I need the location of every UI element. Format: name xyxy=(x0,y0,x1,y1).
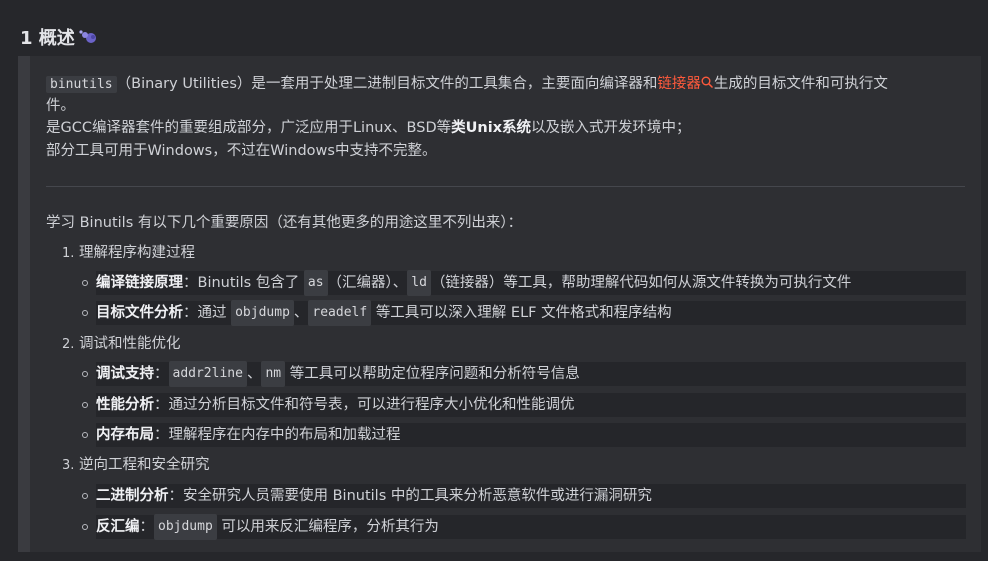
list-item-title: 逆向工程和安全研究 xyxy=(79,457,210,473)
list-item: 1. 理解程序构建过程 xyxy=(62,242,195,265)
sub-item-bold: 目标文件分析 xyxy=(96,305,183,321)
reasons-lead: 学习 Binutils 有以下几个重要原因（还有其他更多的用途这里不列出来）： xyxy=(46,212,522,234)
intro-text: 生成的目标文件和可执行文 xyxy=(713,76,888,92)
bullet-icon xyxy=(82,402,88,408)
sub-item-text: ：通过分析目标文件和符号表，可以进行程序大小优化和性能调优 xyxy=(154,397,575,413)
section-heading: 1 概述 xyxy=(20,24,97,50)
bullet-icon xyxy=(82,280,88,286)
intro-text: 是GCC编译器套件的重要组成部分，广泛应用于Linux、BSD等 xyxy=(46,120,452,136)
list-number: 1. xyxy=(62,246,75,261)
sub-item-text: 等工具可以帮助定位程序问题和分析符号信息 xyxy=(289,366,580,382)
intro-text: 部分工具可用于Windows，不过在Windows中支持不完整。 xyxy=(46,143,437,159)
sub-item-text: ： xyxy=(139,519,155,535)
sub-item-text: 等工具可以深入理解 ELF 文件格式和程序结构 xyxy=(375,305,672,321)
list-item: 2. 调试和性能优化 xyxy=(62,333,181,356)
bold-text: 类Unix系统 xyxy=(451,120,532,136)
sub-item-text: 、 xyxy=(293,305,309,321)
linker-link[interactable]: 链接器 xyxy=(657,76,701,92)
intro-text: （Binary Utilities）是一套用于处理二进制目标文件的工具集合，主要… xyxy=(116,76,658,92)
sub-item-text: （汇编器）、 xyxy=(327,275,408,291)
section-title: 1 概述 xyxy=(20,28,75,49)
intro-line-2: 是GCC编译器套件的重要组成部分，广泛应用于Linux、BSD等类Unix系统以… xyxy=(46,117,691,139)
intro-text: 件。 xyxy=(46,98,75,114)
sub-item-bold: 二进制分析 xyxy=(96,488,169,504)
sub-item-text: 可以用来反汇编程序，分析其行为 xyxy=(221,519,439,535)
inline-code: readelf xyxy=(308,300,372,326)
list-item: 3. 逆向工程和安全研究 xyxy=(62,454,210,477)
lead-text: 学习 Binutils 有以下几个重要原因（还有其他更多的用途这里不列出来）： xyxy=(46,215,523,231)
sub-item-text: （链接器）等工具，帮助理解代码如何从源文件转换为可执行文件 xyxy=(430,275,852,291)
blockquote: binutils （Binary Utilities）是一套用于处理二进制目标文件… xyxy=(18,56,981,552)
inline-code: addr2line xyxy=(168,361,247,387)
sub-list-item: 反汇编： objdump 可以用来反汇编程序，分析其行为 xyxy=(82,514,966,540)
inline-code: objdump xyxy=(154,514,217,540)
bullet-icon xyxy=(82,432,88,438)
sub-list-item: 内存布局 ：理解程序在内存中的布局和加载过程 xyxy=(82,423,966,447)
horizontal-rule xyxy=(46,186,965,187)
sparkle-icon xyxy=(79,30,96,43)
bullet-icon xyxy=(82,371,88,377)
list-item-title: 调试和性能优化 xyxy=(79,336,181,352)
bullet-icon xyxy=(82,524,88,530)
inline-code: binutils xyxy=(46,76,117,93)
sub-item-bold: 调试支持 xyxy=(96,366,154,382)
inline-code: nm xyxy=(261,361,286,387)
list-number: 3. xyxy=(62,458,75,473)
sub-item-text: 、 xyxy=(246,366,262,382)
list-number: 2. xyxy=(62,337,75,352)
inline-code: objdump xyxy=(231,300,294,326)
sub-item-text: ：理解程序在内存中的布局和加载过程 xyxy=(154,427,401,443)
inline-code: as xyxy=(303,270,328,296)
sub-list-item: 编译链接原理 ：Binutils 包含了 as （汇编器）、 ld （链接器）等工具，帮… xyxy=(82,270,966,296)
intro-line-3: 部分工具可用于Windows，不过在Windows中支持不完整。 xyxy=(46,140,436,162)
sub-item-text: ：Binutils 包含了 xyxy=(183,275,300,291)
intro-line-1-wrap: 件。 xyxy=(46,95,75,117)
inline-code: ld xyxy=(407,270,431,296)
bullet-icon xyxy=(82,310,88,316)
sub-item-text: ：安全研究人员需要使用 Binutils 中的工具来分析恶意软件或进行漏洞研究 xyxy=(168,488,652,504)
sub-item-bold: 内存布局 xyxy=(96,427,154,443)
intro-text: 以及嵌入式开发环境中； xyxy=(531,120,691,136)
sub-list-item: 性能分析 ：通过分析目标文件和符号表，可以进行程序大小优化和性能调优 xyxy=(82,393,966,417)
list-item-title: 理解程序构建过程 xyxy=(79,245,196,261)
intro-line-1: binutils （Binary Utilities）是一套用于处理二进制目标文件… xyxy=(46,73,888,95)
sub-list-item: 目标文件分析 ：通过 objdump、 readelf 等工具可以深入理解 ELF … xyxy=(82,300,966,326)
sub-list-item: 二进制分析 ：安全研究人员需要使用 Binutils 中的工具来分析恶意软件或进行… xyxy=(82,484,966,508)
sub-item-text: ：通过 xyxy=(183,305,227,321)
sub-list-item: 调试支持： addr2line、 nm 等工具可以帮助定位程序问题和分析符号信息 xyxy=(82,361,966,387)
sub-item-bold: 编译链接原理 xyxy=(96,275,183,291)
sub-item-bold: 反汇编 xyxy=(96,519,140,535)
sub-item-text: ： xyxy=(154,366,169,382)
search-icon[interactable] xyxy=(701,76,714,89)
sub-item-bold: 性能分析 xyxy=(96,397,154,413)
bullet-icon xyxy=(82,493,88,499)
